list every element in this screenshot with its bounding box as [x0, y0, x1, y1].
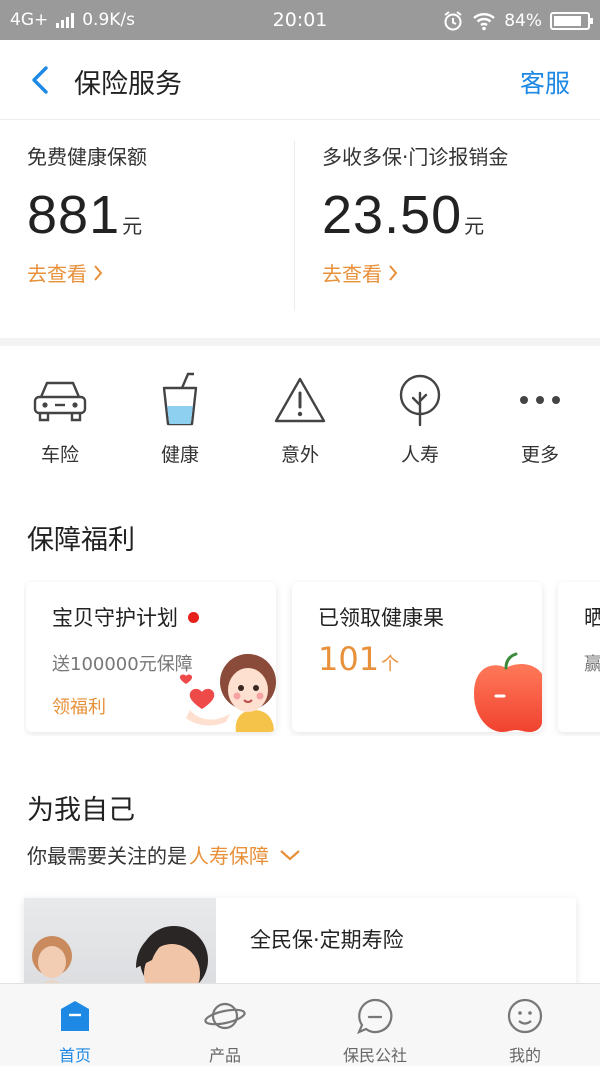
alarm-icon	[444, 11, 462, 31]
benefits-title: 保障福利	[27, 525, 135, 556]
category-label: 人寿	[400, 444, 439, 466]
customer-service-button[interactable]: 客服	[520, 64, 570, 100]
chevron-left-icon	[32, 66, 48, 94]
profile-icon	[507, 998, 543, 1034]
benefit-card-subtitle: 送100000元保障	[52, 654, 193, 675]
cup-icon	[162, 372, 198, 426]
category-label: 意外	[280, 444, 319, 466]
health-quota-value: 881	[27, 185, 121, 245]
benefit-cards: 宝贝守护计划 送100000元保障 领福利 已领取健康果 101 个 晒 赢	[24, 580, 600, 736]
focus-hint[interactable]: 你最需要关注的是 人寿保障	[27, 840, 303, 869]
chevron-down-icon	[280, 849, 300, 860]
health-quota-label: 免费健康保额	[27, 145, 147, 169]
nav-products[interactable]: 产品	[150, 984, 300, 1066]
home-icon	[61, 1001, 89, 1031]
nav-profile[interactable]: 我的	[450, 984, 600, 1066]
health-quota-link[interactable]: 去查看	[27, 258, 294, 287]
battery-icon	[550, 12, 593, 30]
chat-bubble-icon	[356, 998, 393, 1035]
category-more[interactable]: 更多	[480, 372, 600, 472]
category-health[interactable]: 健康	[120, 372, 240, 472]
clinic-reimburse-link[interactable]: 去查看	[322, 258, 588, 287]
fruit-count-unit: 个	[381, 654, 400, 675]
focus-hint-highlight: 人寿保障	[189, 844, 269, 868]
nav-label: 产品	[208, 1046, 241, 1065]
benefit-card-title: 已领取健康果	[318, 606, 444, 630]
health-quota-amount: 881 元	[27, 184, 294, 246]
clinic-reimburse-link-label: 去查看	[322, 262, 382, 286]
benefit-card-baby[interactable]: 宝贝守护计划 送100000元保障 领福利	[26, 582, 276, 732]
nav-community[interactable]: 保民公社	[300, 984, 450, 1066]
fruit-count: 101 个	[318, 640, 399, 678]
for-me-title: 为我自己	[27, 795, 135, 826]
category-label: 健康	[160, 444, 199, 466]
category-label: 车险	[40, 444, 79, 466]
product-title: 全民保·定期寿险	[250, 928, 404, 952]
nav-label: 首页	[58, 1046, 91, 1065]
girl-heart-icon	[180, 654, 276, 732]
fruit-count-value: 101	[318, 640, 380, 678]
wifi-icon	[473, 13, 496, 31]
health-quota-unit: 元	[122, 214, 143, 238]
bottom-nav: 首页 产品 保民公社 我的	[0, 983, 600, 1066]
benefit-card-fruit[interactable]: 已领取健康果 101 个	[292, 582, 542, 732]
nav-label: 保民公社	[342, 1046, 407, 1065]
benefit-card-share[interactable]: 晒 赢	[558, 582, 600, 732]
app-header: 保险服务 客服	[0, 40, 600, 120]
tree-icon	[399, 374, 441, 427]
clinic-reimburse-label: 多收多保·门诊报销金	[322, 145, 509, 169]
clinic-reimburse-value: 23.50	[322, 185, 463, 245]
health-quota-link-label: 去查看	[27, 262, 87, 286]
focus-hint-prefix: 你最需要关注的是	[27, 844, 187, 868]
benefit-card-title: 晒	[584, 606, 600, 630]
section-divider	[0, 338, 600, 346]
warning-icon	[274, 377, 326, 423]
quota-section: 免费健康保额 881 元 去查看 多收多保·门诊报销金 23.50 元 去查看	[0, 121, 600, 338]
battery-percent: 84%	[504, 11, 542, 31]
chevron-right-icon	[389, 264, 398, 281]
clinic-reimburse-amount: 23.50 元	[322, 184, 588, 246]
status-bar: 4G+ 0.9K/s 20:01 84%	[0, 0, 600, 40]
more-dots-icon	[520, 396, 560, 404]
category-car[interactable]: 车险	[0, 372, 120, 472]
back-button[interactable]	[20, 60, 60, 100]
car-icon	[33, 381, 87, 422]
chevron-right-icon	[94, 264, 103, 281]
benefit-card-title: 宝贝守护计划	[52, 606, 178, 630]
clinic-reimburse-panel[interactable]: 多收多保·门诊报销金 23.50 元 去查看	[294, 141, 588, 311]
page-title: 保险服务	[74, 69, 182, 100]
nav-home[interactable]: 首页	[0, 984, 150, 1066]
benefit-card-title-row: 宝贝守护计划	[52, 602, 199, 632]
clinic-reimburse-unit: 元	[464, 214, 485, 238]
nav-label: 我的	[508, 1046, 541, 1065]
category-label: 更多	[520, 444, 559, 466]
notification-dot	[188, 611, 199, 623]
category-life[interactable]: 人寿	[360, 372, 480, 472]
claim-benefit-link[interactable]: 领福利	[52, 693, 106, 719]
health-quota-panel[interactable]: 免费健康保额 881 元 去查看	[0, 121, 294, 311]
apple-icon	[474, 652, 542, 732]
benefit-card-subtitle: 赢	[584, 654, 600, 675]
category-accident[interactable]: 意外	[240, 372, 360, 472]
status-right: 84%	[442, 10, 593, 32]
planet-icon	[204, 1002, 246, 1030]
insurance-categories: 车险 健康 意外 人寿 更多	[0, 372, 600, 472]
